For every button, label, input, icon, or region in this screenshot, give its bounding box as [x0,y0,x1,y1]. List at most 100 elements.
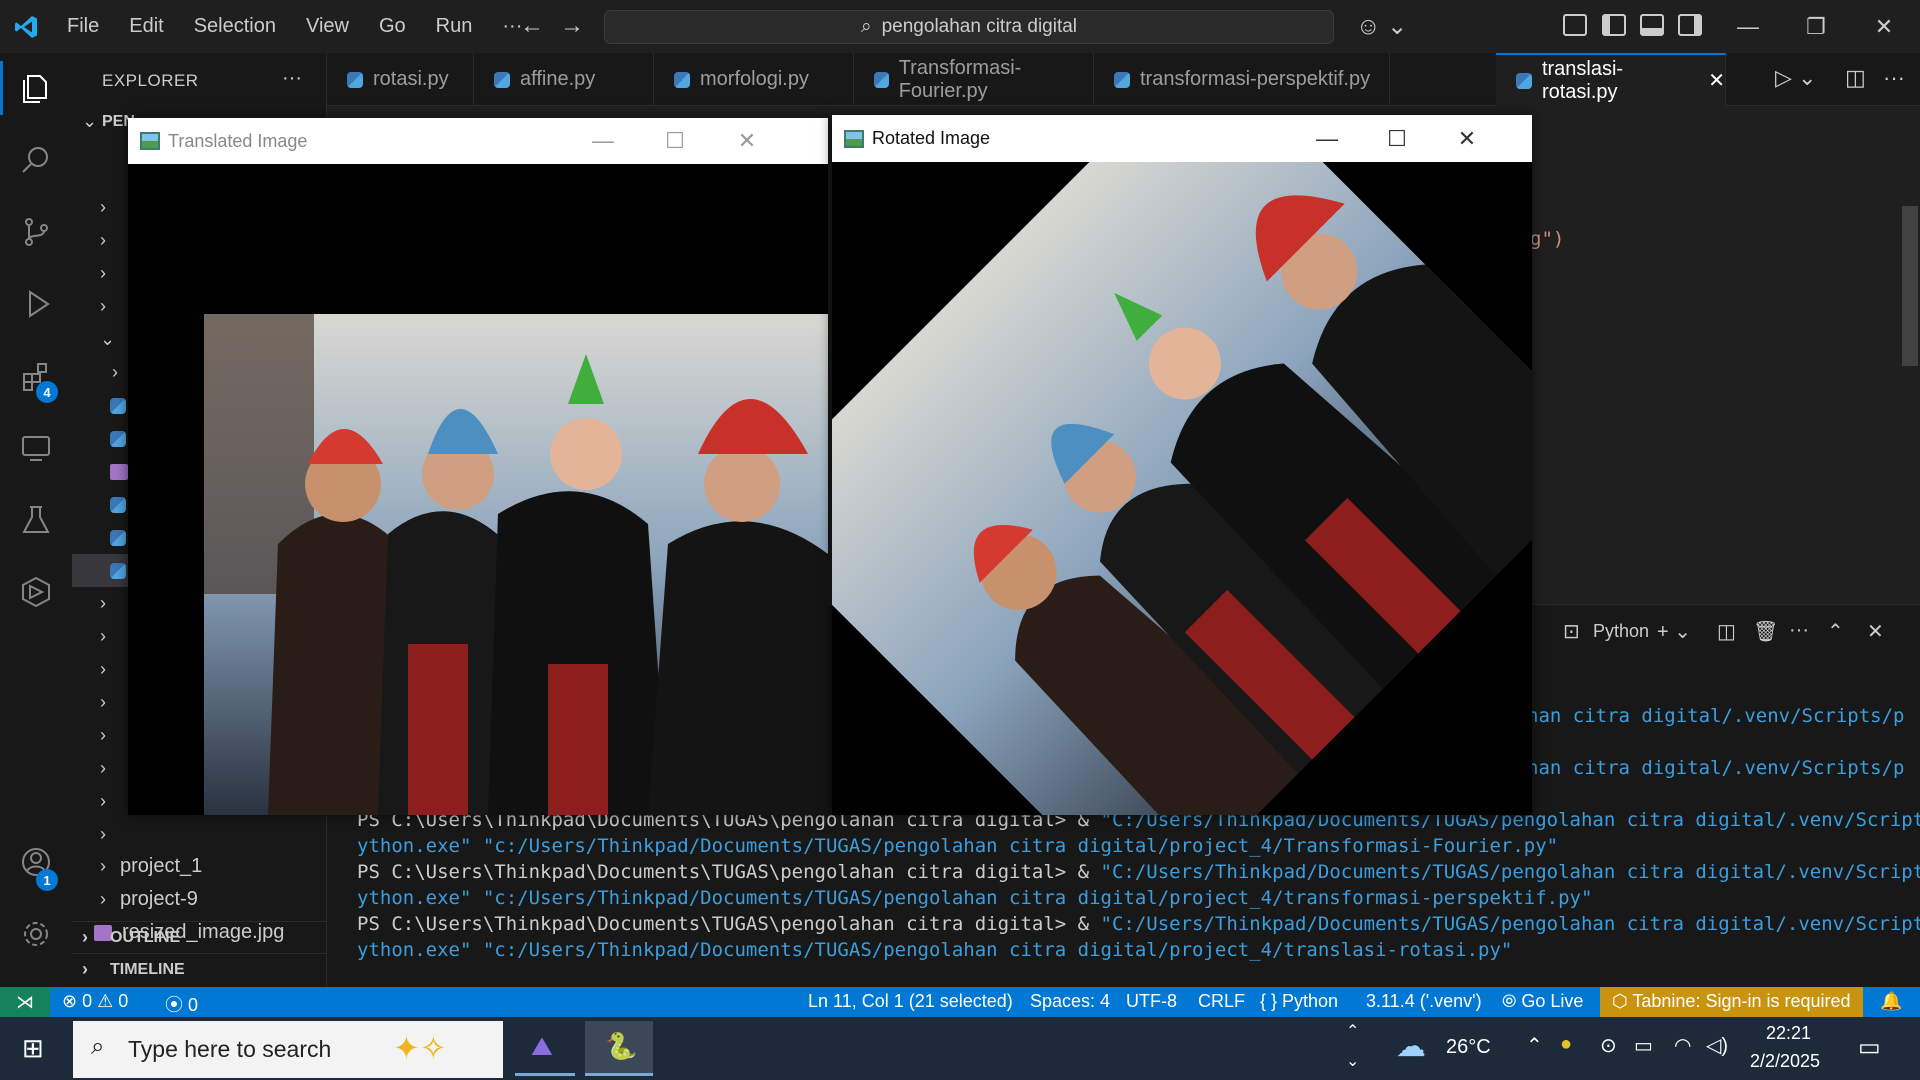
tab-morfologi[interactable]: morfologi.py [654,53,854,106]
copilot-icon[interactable]: ☺ ⌄ [1356,12,1407,41]
encoding[interactable]: UTF-8 [1126,991,1177,1012]
explorer-icon[interactable] [0,53,72,123]
weather-temperature[interactable]: 26°C [1446,1036,1491,1059]
tab-transformasi-perspektif[interactable]: transformasi-perspektif.py [1094,53,1390,106]
window-app-icon [140,132,160,150]
taskbar-scroll-up-icon[interactable]: ⌃ [1346,1021,1359,1041]
tab-rotasi[interactable]: rotasi.py [327,53,474,106]
search-icon: ⌕ [860,16,872,37]
accounts-badge: 1 [36,869,58,891]
battery-icon[interactable]: ▭ [1634,1033,1653,1058]
ports-indicator[interactable]: ⦿ 0 [165,991,198,1017]
python-file-icon [347,71,363,88]
tray-meet-icon[interactable]: ⊙ [1600,1033,1617,1058]
rotated-window-title: Rotated Image [872,128,991,148]
clock-date[interactable]: 2/2/2025 [1750,1051,1820,1072]
maximize-icon[interactable]: ☐ [1362,115,1432,162]
split-editor-icon[interactable]: ◫ [1845,65,1866,91]
back-arrow-icon[interactable]: ← [520,12,544,40]
indentation[interactable]: Spaces: 4 [1030,991,1110,1012]
menu-bar: File Edit Selection View Go Run ··· [52,0,537,53]
testing-icon[interactable] [0,485,72,555]
kill-terminal-icon[interactable]: 🗑 [1753,619,1778,644]
menu-go[interactable]: Go [364,0,421,53]
more-actions-icon[interactable]: ··· [1883,65,1905,91]
minimize-icon[interactable]: — [568,118,638,164]
terminal-line: ython.exe" "c:/Users/Thinkpad/Documents/… [357,835,1559,857]
tray-app-icon[interactable]: ● [1560,1033,1572,1056]
taskbar-scroll-down-icon[interactable]: ⌄ [1346,1051,1359,1071]
tree-folder[interactable]: › [72,818,327,851]
search-icon[interactable] [0,125,72,195]
python-interpreter[interactable]: 3.11.4 ('.venv') [1366,991,1482,1012]
translated-window-titlebar[interactable]: Translated Image — ☐ ✕ [128,118,828,164]
maximize-icon[interactable]: ☐ [640,118,710,164]
command-center[interactable]: ⌕ pengolahan citra digital [604,10,1334,44]
volume-icon[interactable]: ◁) [1706,1033,1728,1058]
timeline-section[interactable]: › TIMELINE [72,953,327,985]
close-tab-icon[interactable]: ✕ [1708,68,1725,93]
toggle-secondary-sidebar-icon[interactable] [1678,14,1702,36]
new-terminal-icon[interactable]: + ⌄ [1657,619,1691,644]
split-terminal-icon[interactable]: ◫ [1717,619,1736,644]
run-debug-icon[interactable] [0,269,72,339]
more-actions-icon[interactable]: ··· [282,67,302,90]
menu-view[interactable]: View [291,0,364,53]
tree-folder-project-9[interactable]: › project-9 [72,883,327,916]
terminal-label[interactable]: Python [1593,621,1649,642]
taskbar-app-python[interactable]: 🐍 [585,1021,653,1076]
tab-transformasi-fourier[interactable]: Transformasi-Fourier.py [854,53,1094,106]
go-live[interactable]: ⦾ Go Live [1502,991,1583,1012]
wifi-icon[interactable]: ◠ [1674,1033,1691,1058]
outline-section[interactable]: › OUTLINE [72,921,327,953]
remote-indicator-icon[interactable]: ⋊ [0,987,50,1017]
tab-translasi-rotasi[interactable]: translasi-rotasi.py ✕ [1496,53,1726,106]
rotated-image-window[interactable]: Rotated Image — ☐ ✕ [832,115,1532,815]
minimize-icon[interactable]: — [1292,115,1362,162]
customize-layout-icon[interactable] [1563,14,1587,36]
start-windows-icon[interactable]: ⊞ [22,1033,44,1064]
editor-tab-bar: rotasi.py affine.py morfologi.py Transfo… [327,53,1920,106]
docker-icon[interactable] [0,557,72,627]
close-panel-icon[interactable]: ✕ [1867,619,1884,644]
more-actions-icon[interactable]: ··· [1789,619,1809,642]
source-control-icon[interactable] [0,197,72,267]
close-icon[interactable]: ✕ [1432,115,1502,162]
notifications-bell-icon[interactable]: 🔔 [1880,991,1902,1012]
tabnine-status[interactable]: ⬡ Tabnine: Sign-in is required [1600,987,1863,1017]
menu-edit[interactable]: Edit [114,0,178,53]
minimize-icon[interactable]: — [1714,0,1782,53]
menu-run[interactable]: Run [421,0,488,53]
problems-indicator[interactable]: ⊗ 0 ⚠ 0 [62,991,128,1012]
clock-time[interactable]: 22:21 [1766,1023,1811,1044]
menu-file[interactable]: File [52,0,114,53]
line-ending[interactable]: CRLF [1198,991,1245,1012]
maximize-panel-icon[interactable]: ⌃ [1827,619,1844,644]
menu-selection[interactable]: Selection [179,0,291,53]
notification-center-icon[interactable]: ▭ [1858,1033,1881,1062]
tree-folder-project-1[interactable]: › project_1 [72,850,327,883]
toggle-panel-icon[interactable] [1640,14,1664,36]
close-icon[interactable]: ✕ [712,118,782,164]
restore-icon[interactable]: ❐ [1782,0,1850,53]
cursor-position[interactable]: Ln 11, Col 1 (21 selected) [808,991,1013,1012]
run-file-icon[interactable]: ▷ ⌄ [1775,65,1816,91]
taskbar-search-box[interactable]: ⌕ Type here to search ✦✧ [73,1021,503,1078]
show-hidden-icons-icon[interactable]: ⌃ [1526,1033,1543,1058]
terminal-line: han citra digital/.venv/Scripts/p [1527,757,1905,779]
remote-explorer-icon[interactable] [0,413,72,483]
editor-scrollbar[interactable] [1900,106,1920,604]
weather-cloud-icon[interactable]: ☁ [1396,1029,1426,1064]
python-file-icon [874,71,889,88]
taskbar-app-photos[interactable]: ⛰ [515,1021,575,1076]
rotated-window-titlebar[interactable]: Rotated Image — ☐ ✕ [832,115,1532,162]
close-icon[interactable]: ✕ [1850,0,1918,53]
language-mode[interactable]: { } Python [1260,991,1338,1012]
settings-gear-icon[interactable] [0,899,72,969]
accounts-icon[interactable]: 1 [0,827,72,897]
translated-image-window[interactable]: Translated Image — ☐ ✕ [128,118,828,815]
toggle-primary-sidebar-icon[interactable] [1602,14,1626,36]
forward-arrow-icon[interactable]: → [560,12,584,40]
tab-affine[interactable]: affine.py [474,53,654,106]
extensions-icon[interactable]: 4 [0,341,72,411]
